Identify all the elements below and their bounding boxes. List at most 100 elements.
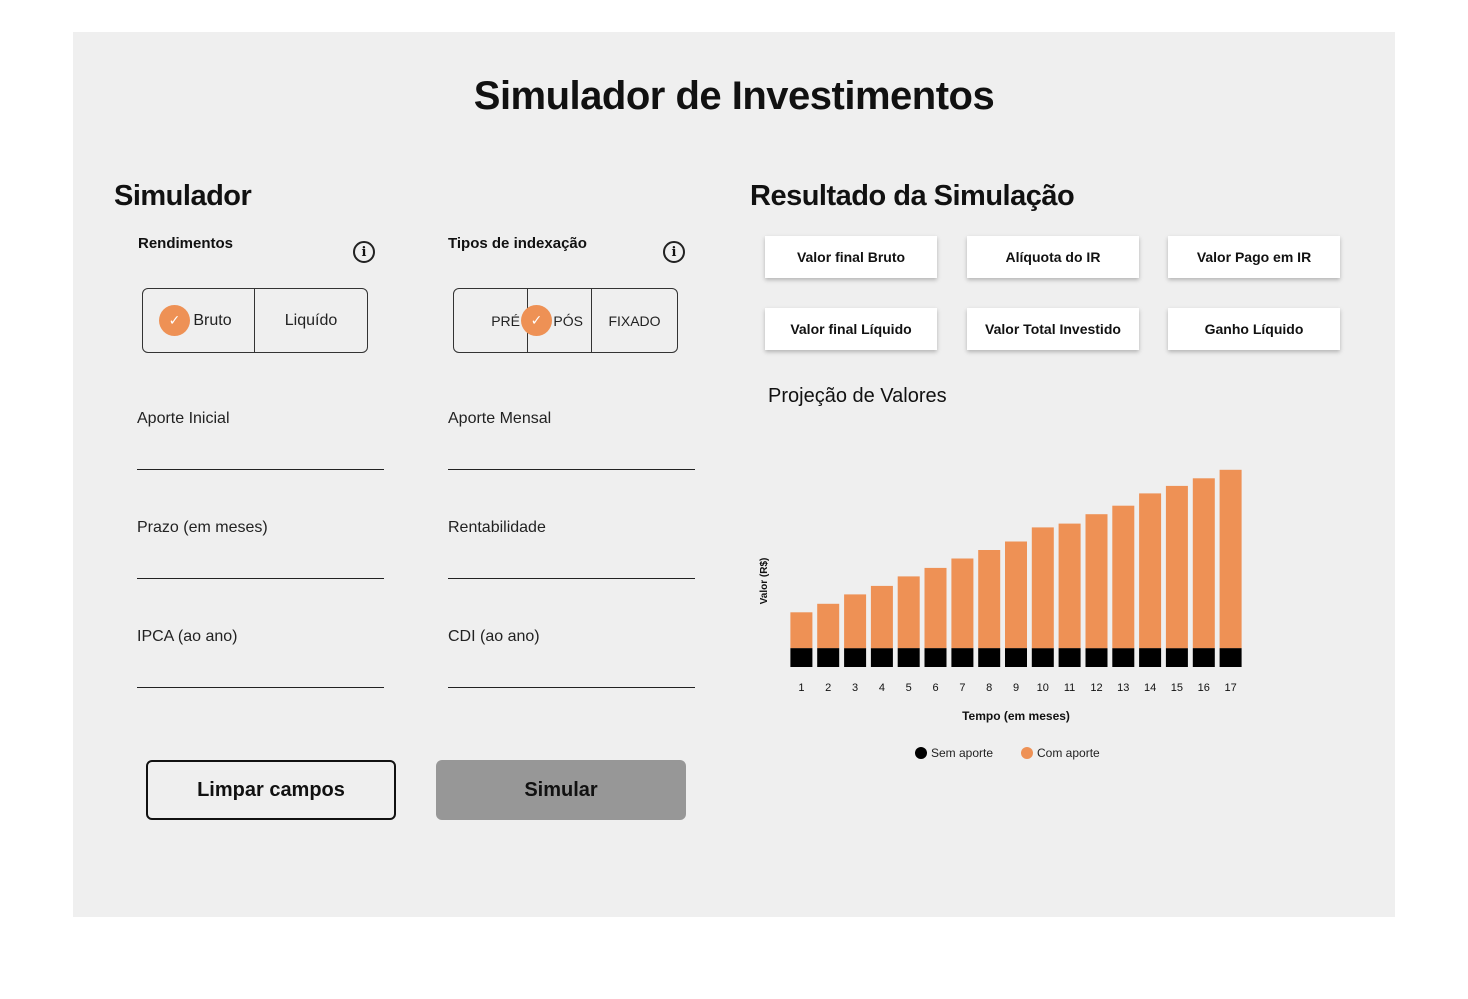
chart-title: Projeção de Valores [768, 385, 947, 407]
rentabilidade-label: Rentabilidade [448, 519, 546, 536]
result-card-aliquota-ir: Alíquota do IR [967, 236, 1139, 278]
indexacao-info-icon[interactable]: i [663, 241, 685, 263]
x-tick-label: 9 [1013, 682, 1019, 694]
cdi-label: CDI (ao ano) [448, 628, 540, 645]
bar-com-aporte [817, 603, 840, 649]
x-tick-label: 4 [879, 682, 885, 694]
bar-com-aporte [1085, 514, 1108, 649]
option-fixado-label: FIXADO [608, 312, 661, 329]
aporte-inicial-label: Aporte Inicial [137, 410, 230, 427]
option-bruto-label: Bruto [193, 311, 232, 329]
rendimentos-info-icon[interactable]: i [353, 241, 375, 263]
option-liquido[interactable]: Liquído [254, 289, 367, 352]
result-card-valor-total-investido: Valor Total Investido [967, 308, 1139, 350]
bar-com-aporte [1058, 523, 1081, 649]
ipca-input[interactable] [137, 658, 384, 688]
check-icon: ✓ [521, 305, 552, 336]
simulator-title: Simulador [114, 180, 252, 212]
bar-sem-aporte [897, 648, 920, 667]
bar-sem-aporte [1219, 648, 1242, 667]
bar-com-aporte [897, 576, 920, 649]
aporte-mensal-label: Aporte Mensal [448, 410, 552, 427]
x-tick-label: 7 [959, 682, 965, 694]
simulator-panel: Simulador de Investimentos Simulador Ren… [73, 32, 1395, 917]
bar-sem-aporte [790, 648, 813, 667]
legend-label: Sem aporte [931, 746, 993, 760]
prazo-input[interactable] [137, 549, 384, 579]
x-tick-label: 3 [852, 682, 858, 694]
option-pos[interactable]: ✓ PÓS [521, 289, 591, 352]
rentabilidade-input[interactable] [448, 549, 695, 579]
cdi-field: CDI (ao ano) [448, 628, 695, 688]
x-tick-label: 2 [825, 682, 831, 694]
bar-com-aporte [1192, 478, 1215, 649]
y-axis-label: Valor (R$) [759, 558, 770, 605]
x-ticks-group: 1 2 3 4 5 6 7 8 9 10 11 12 13 14 15 16 17 [798, 682, 1236, 694]
bar-com-aporte [951, 558, 974, 649]
indexacao-toggle: PRÉ ✓ PÓS FIXADO [453, 288, 678, 353]
simulate-button[interactable]: Simular [436, 760, 686, 820]
bar-com-aporte [870, 585, 893, 649]
bar-sem-aporte [1139, 648, 1162, 667]
bar-sem-aporte [1005, 648, 1027, 667]
bar-sem-aporte [1085, 648, 1108, 667]
clear-fields-button[interactable]: Limpar campos [146, 760, 396, 820]
rendimentos-label: Rendimentos [138, 235, 234, 252]
x-axis-label: Tempo (em meses) [962, 709, 1070, 723]
projection-chart: Valor (R$) 1 2 3 4 5 6 7 8 9 10 11 12 13 14 15 16 17 Tem… [759, 469, 1242, 760]
ipca-label: IPCA (ao ano) [137, 628, 238, 645]
aporte-inicial-input[interactable] [137, 440, 384, 470]
aporte-mensal-field: Aporte Mensal [448, 410, 695, 470]
bar-com-aporte [1139, 493, 1162, 649]
cdi-input[interactable] [448, 658, 695, 688]
check-icon: ✓ [159, 305, 190, 336]
bar-sem-aporte [870, 648, 893, 667]
bar-com-aporte [924, 567, 947, 649]
bar-sem-aporte [1165, 648, 1188, 667]
x-tick-label: 13 [1117, 682, 1129, 694]
result-card-valor-final-bruto: Valor final Bruto [765, 236, 937, 278]
bar-com-aporte [844, 594, 867, 649]
option-pos-label: PÓS [553, 312, 583, 329]
bar-sem-aporte [1112, 648, 1135, 667]
rentabilidade-field: Rentabilidade [448, 519, 695, 579]
x-tick-label: 16 [1198, 682, 1210, 694]
x-tick-label: 1 [798, 682, 804, 694]
x-tick-label: 6 [932, 682, 938, 694]
result-card-ganho-liquido: Ganho Líquido [1168, 308, 1340, 350]
bar-com-aporte [1031, 527, 1054, 649]
bar-sem-aporte [1058, 648, 1081, 667]
bar-sem-aporte [1031, 648, 1054, 667]
option-pre[interactable]: PRÉ [454, 289, 527, 352]
bar-sem-aporte [817, 648, 840, 667]
prazo-label: Prazo (em meses) [137, 519, 268, 536]
bar-com-aporte [1112, 505, 1135, 649]
x-tick-label: 15 [1171, 682, 1183, 694]
ipca-field: IPCA (ao ano) [137, 628, 384, 688]
bar-com-aporte [1005, 541, 1027, 649]
bar-sem-aporte [951, 648, 974, 667]
x-tick-label: 8 [986, 682, 992, 694]
indexacao-label: Tipos de indexação [448, 235, 587, 252]
result-card-valor-pago-ir: Valor Pago em IR [1168, 236, 1340, 278]
legend-marker [915, 747, 927, 759]
bars-group [790, 469, 1242, 667]
option-liquido-label: Liquído [284, 311, 338, 329]
aporte-inicial-field: Aporte Inicial [137, 410, 384, 470]
chart-legend: Sem aporte Com aporte [915, 746, 1100, 760]
bar-com-aporte [1219, 469, 1242, 649]
prazo-field: Prazo (em meses) [137, 519, 384, 579]
bar-com-aporte [1165, 485, 1188, 649]
rendimentos-toggle: ✓ Bruto Liquído [142, 288, 368, 353]
x-tick-label: 5 [906, 682, 912, 694]
result-card-valor-final-liquido: Valor final Líquido [765, 308, 937, 350]
aporte-mensal-input[interactable] [448, 440, 695, 470]
option-bruto[interactable]: ✓ Bruto [143, 289, 254, 352]
option-fixado[interactable]: FIXADO [591, 289, 677, 352]
x-tick-label: 11 [1064, 682, 1075, 694]
bar-sem-aporte [844, 648, 867, 667]
page-title: Simulador de Investimentos [473, 74, 995, 118]
legend-label: Com aporte [1037, 746, 1100, 760]
x-tick-label: 17 [1224, 682, 1236, 694]
x-tick-label: 14 [1144, 682, 1156, 694]
